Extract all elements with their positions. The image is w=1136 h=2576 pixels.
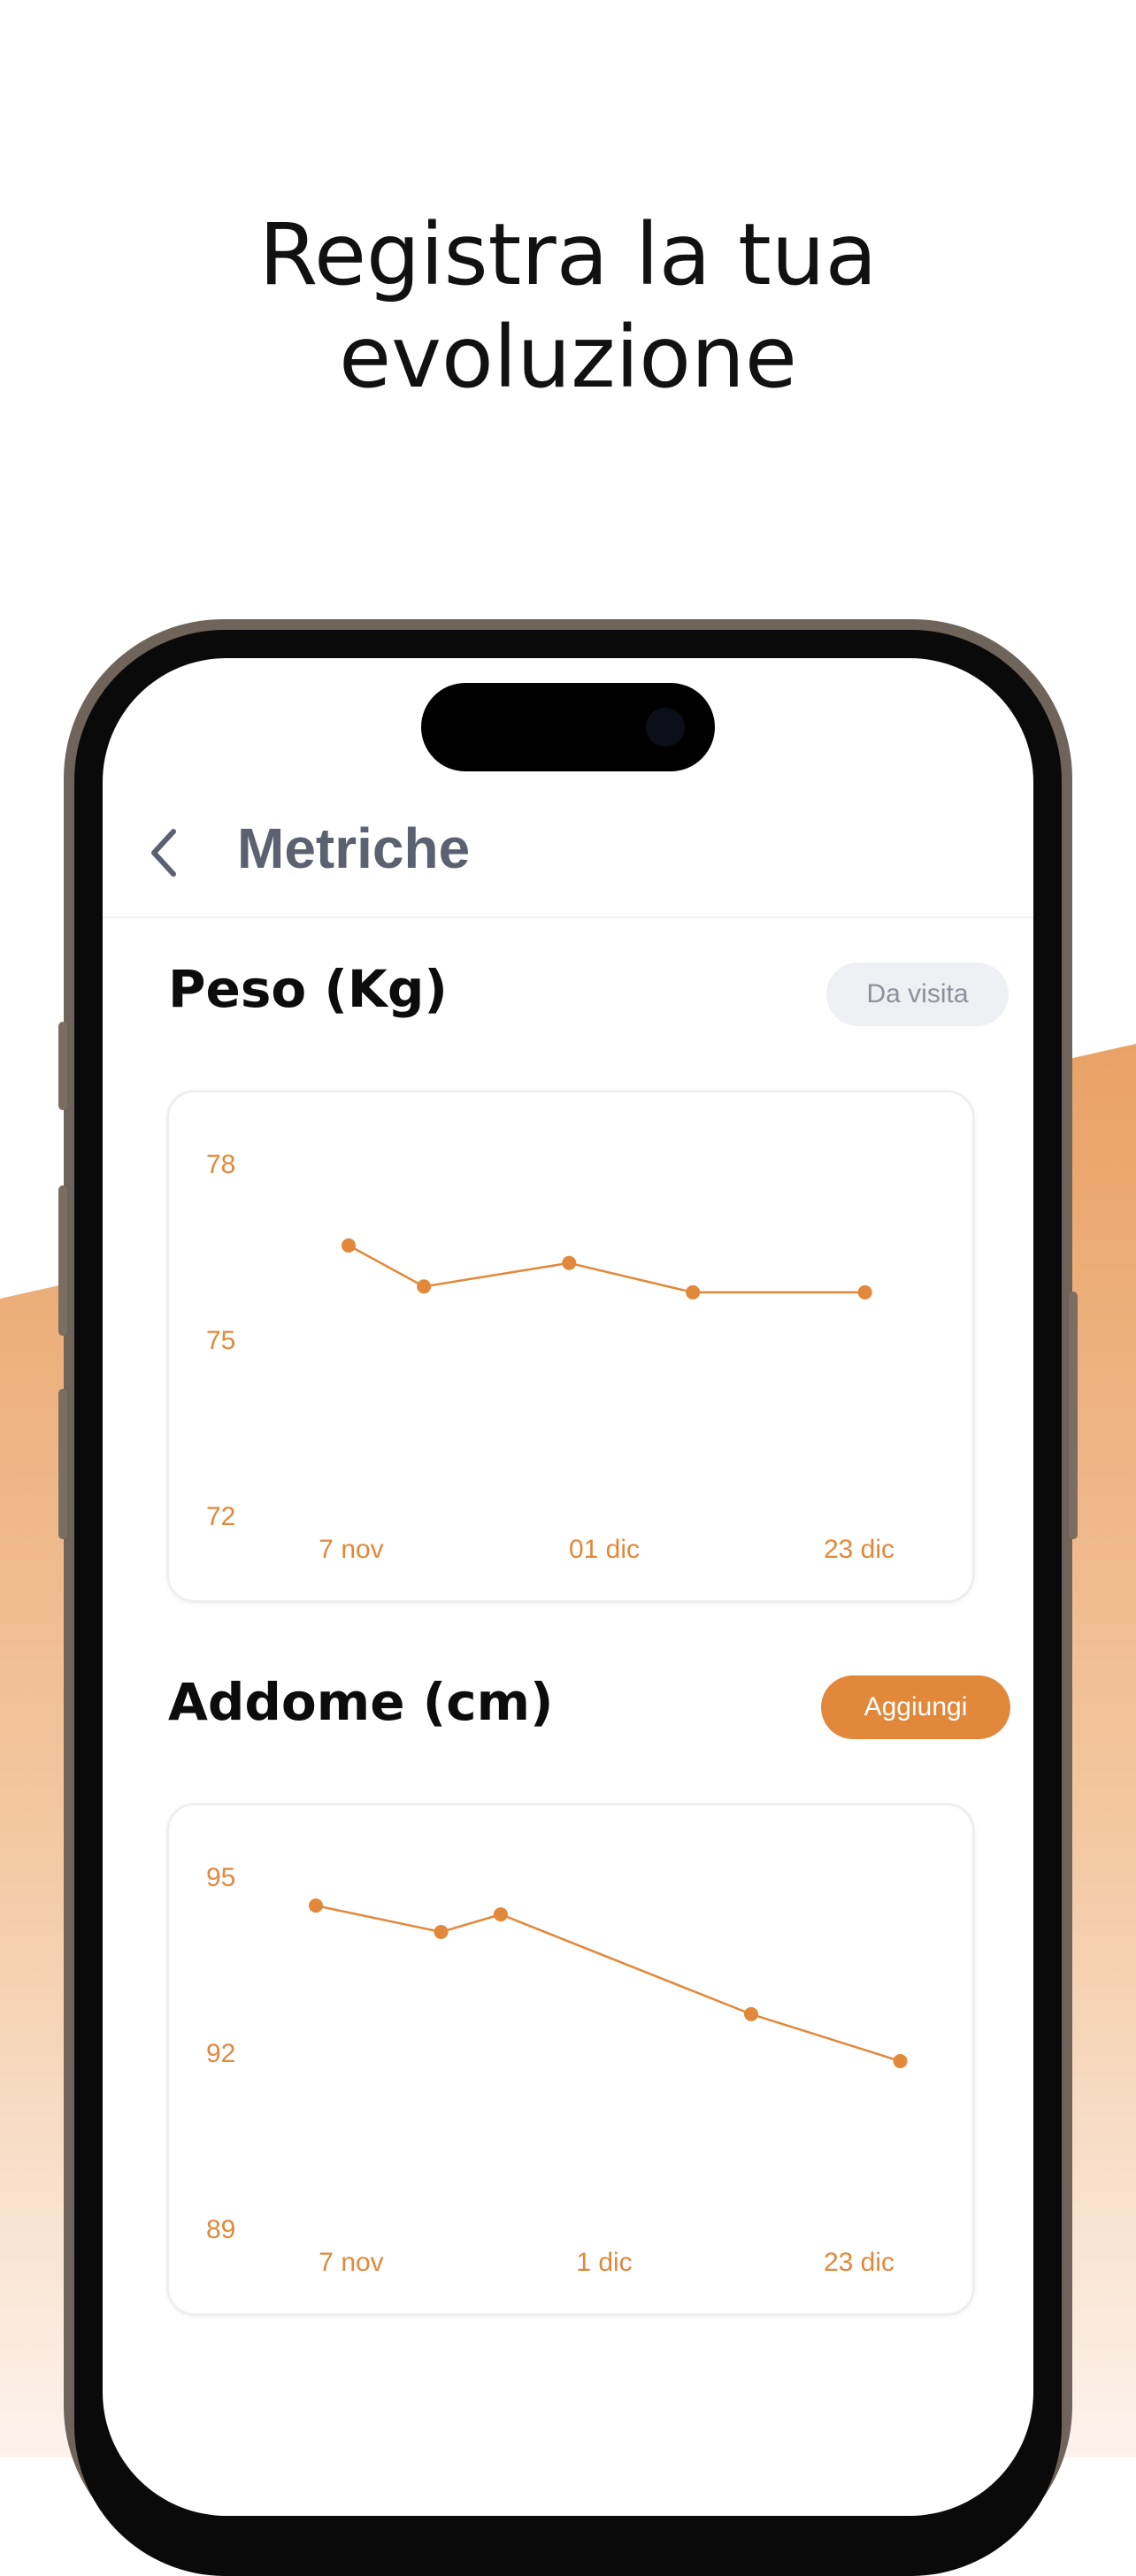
- front-camera: [646, 708, 685, 747]
- weight-data-point: [342, 1238, 356, 1253]
- weight-data-point: [686, 1284, 701, 1300]
- volume-down-button: [58, 1389, 67, 1539]
- headline: Registra la tua evoluzione: [0, 203, 1136, 409]
- weight-y-tick-label: 75: [206, 1326, 235, 1355]
- nav-divider: [103, 916, 1033, 918]
- abdomen-section-title: Addome (cm): [168, 1672, 554, 1732]
- abdomen-chart-card: 95 92 89 7 nov 1 dic 23 dic: [166, 1803, 975, 2316]
- abdomen-x-tick-label: 1 dic: [576, 2248, 632, 2277]
- abdomen-data-point: [893, 2053, 908, 2068]
- abdomen-x-tick-label: 23 dic: [824, 2248, 894, 2277]
- abdomen-series-line: [315, 1904, 901, 2063]
- weight-y-tick-label: 72: [206, 1502, 235, 1531]
- weight-y-tick-label: 78: [206, 1150, 235, 1179]
- weight-x-tick-label: 01 dic: [569, 1535, 640, 1564]
- phone-screen: Metriche Peso (Kg) Da visita 78 75 72 7 nov…: [103, 658, 1033, 2516]
- action-button: [58, 1022, 67, 1110]
- abdomen-y-tick-label: 89: [206, 2215, 235, 2244]
- weight-chart-card: 78 75 72 7 nov 01 dic 23 dic: [166, 1090, 975, 1603]
- weight-data-point: [417, 1279, 432, 1294]
- power-button: [1069, 1292, 1078, 1539]
- weight-data-point: [857, 1284, 872, 1300]
- weight-section-title: Peso (Kg): [168, 959, 448, 1019]
- abdomen-x-tick-label: 7 nov: [319, 2248, 383, 2277]
- chevron-left-icon[interactable]: [147, 826, 182, 879]
- abdomen-y-tick-label: 92: [206, 2039, 235, 2068]
- add-button[interactable]: Aggiungi: [821, 1675, 1010, 1739]
- abdomen-data-point: [434, 1925, 449, 1940]
- abdomen-data-point: [493, 1907, 508, 1922]
- weight-chart: 78 75 72 7 nov 01 dic 23 dic: [206, 1150, 894, 1564]
- headline-line2: evoluzione: [339, 308, 797, 407]
- volume-up-button: [58, 1185, 67, 1336]
- abdomen-data-point: [309, 1898, 323, 1913]
- weight-data-point: [562, 1255, 577, 1270]
- abdomen-data-point: [744, 2006, 759, 2021]
- headline-line1: Registra la tua: [258, 205, 878, 304]
- abdomen-y-tick-label: 95: [206, 1863, 235, 1892]
- page-title: Metriche: [237, 816, 471, 880]
- from-visit-badge: Da visita: [826, 962, 1009, 1026]
- weight-x-tick-label: 23 dic: [824, 1535, 894, 1564]
- weight-x-tick-label: 7 nov: [319, 1535, 383, 1564]
- abdomen-chart: 95 92 89 7 nov 1 dic 23 dic: [206, 1863, 908, 2277]
